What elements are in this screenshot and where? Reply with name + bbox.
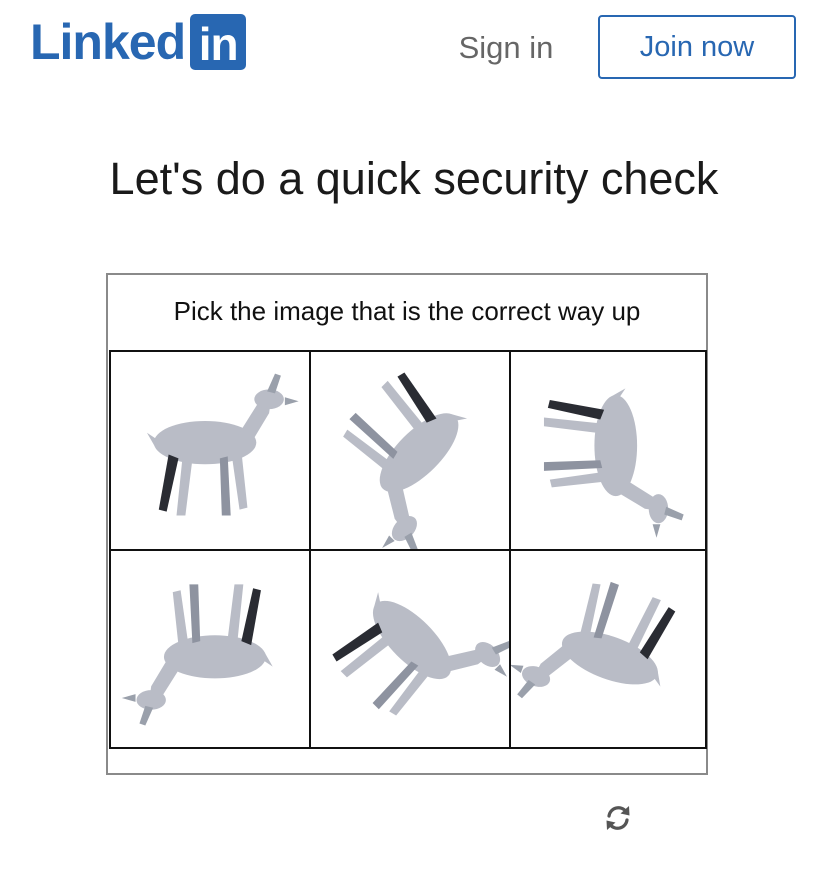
deer-image xyxy=(343,372,468,549)
captcha-tile-5[interactable] xyxy=(311,551,511,747)
deer-image xyxy=(146,373,299,516)
join-now-button[interactable]: Join now xyxy=(598,15,796,79)
deer-image xyxy=(511,581,676,699)
captcha-tile-2[interactable] xyxy=(311,352,511,551)
logo-wordmark: Linked xyxy=(30,14,186,70)
captcha-tile-1[interactable] xyxy=(111,352,311,551)
captcha-tile-4[interactable] xyxy=(111,551,311,747)
deer-image xyxy=(332,592,509,716)
captcha-widget: Pick the image that is the correct way u… xyxy=(106,273,708,775)
captcha-image-grid xyxy=(109,350,707,749)
refresh-icon[interactable] xyxy=(600,800,636,836)
deer-image xyxy=(121,584,273,726)
captcha-tile-6[interactable] xyxy=(511,551,705,747)
logo-in-box: in xyxy=(190,14,247,70)
sign-in-link[interactable]: Sign in xyxy=(440,16,572,80)
captcha-instruction: Pick the image that is the correct way u… xyxy=(173,296,641,326)
page-title: Let's do a quick security check xyxy=(109,153,719,204)
linkedin-logo[interactable]: Linked in xyxy=(30,14,247,70)
captcha-tile-3[interactable] xyxy=(511,352,705,551)
deer-image xyxy=(543,388,684,538)
